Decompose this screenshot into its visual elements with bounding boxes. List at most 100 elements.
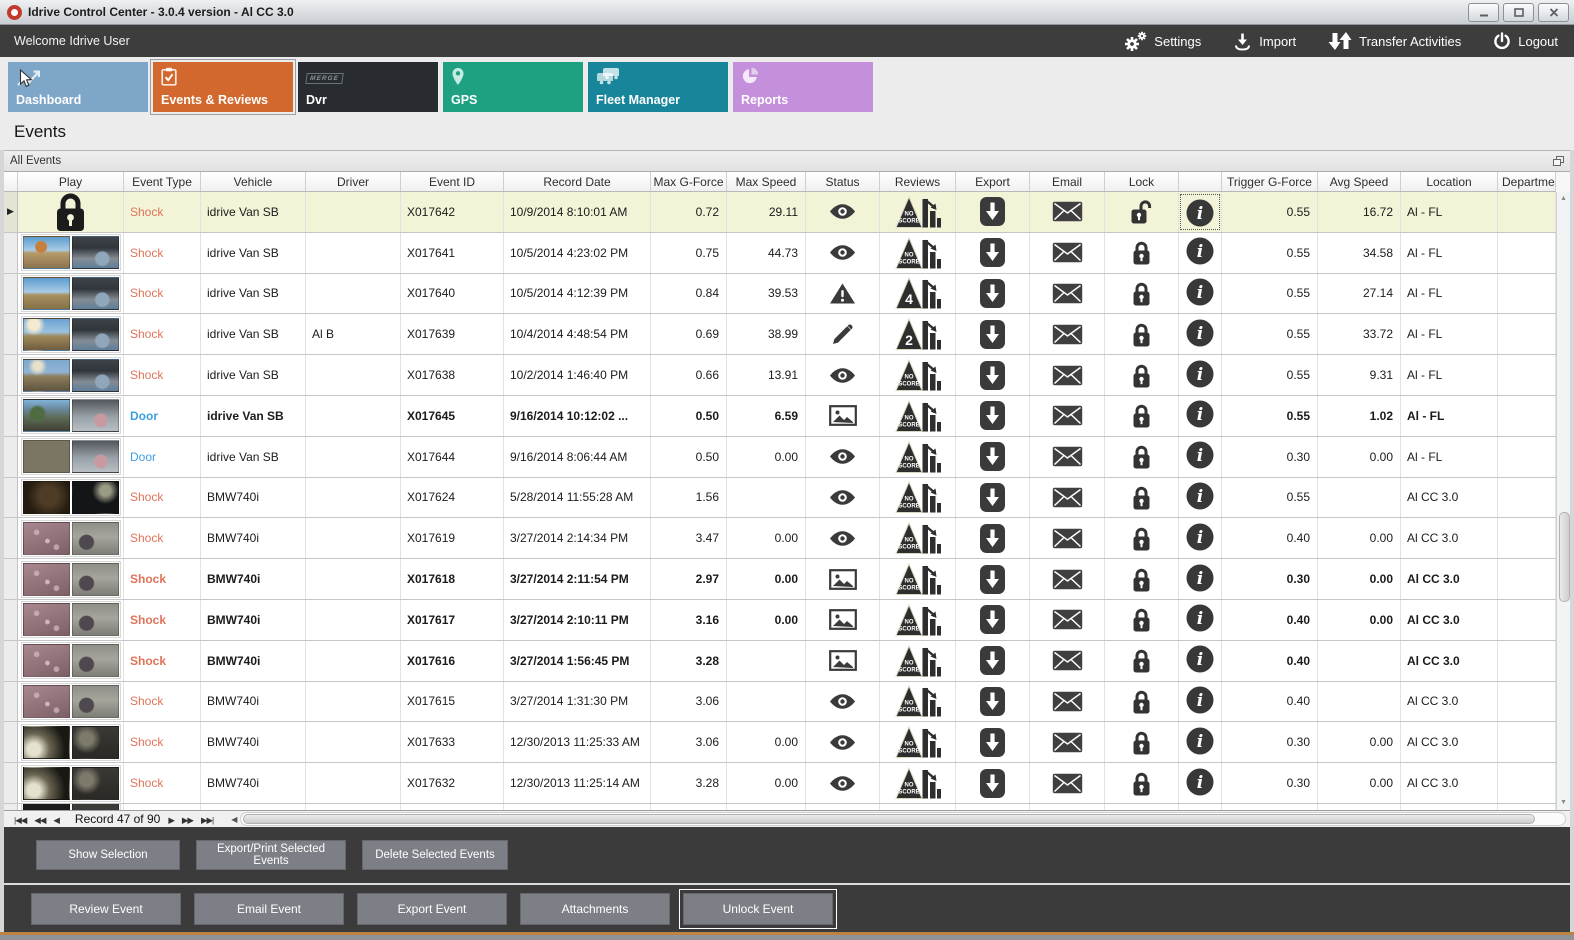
tab-fleet-manager[interactable]: Fleet Manager bbox=[588, 62, 728, 112]
table-row[interactable]: Door idrive Van SB X017644 9/16/2014 8:06:4… bbox=[4, 436, 1556, 478]
export-icon[interactable] bbox=[979, 237, 1006, 268]
unlock-event-button[interactable]: Unlock Event bbox=[679, 888, 837, 929]
event-thumbnail[interactable] bbox=[20, 560, 121, 598]
lock-icon[interactable] bbox=[1130, 443, 1153, 470]
column-header-max_g[interactable]: Max G-Force bbox=[651, 172, 727, 191]
scroll-left-icon[interactable]: ◀ bbox=[231, 815, 237, 824]
email-icon[interactable] bbox=[1052, 528, 1083, 549]
toolbar-logout-button[interactable]: Logout bbox=[1493, 31, 1558, 51]
export-icon[interactable] bbox=[979, 768, 1006, 799]
export-event-button[interactable]: Export Event bbox=[357, 892, 507, 925]
vertical-scrollbar-thumb[interactable] bbox=[1558, 512, 1570, 602]
column-header-max_speed[interactable]: Max Speed bbox=[727, 172, 806, 191]
event-thumbnail[interactable] bbox=[20, 723, 121, 761]
email-icon[interactable] bbox=[1052, 691, 1083, 712]
event-thumbnail[interactable] bbox=[20, 764, 121, 802]
email-icon[interactable] bbox=[1052, 365, 1083, 386]
table-row[interactable]: ▶ Shock idrive Van SB X017642 10/9/2014 8:10… bbox=[4, 192, 1556, 233]
table-row[interactable]: Shock idrive Van SB X017640 10/5/2014 4:12:… bbox=[4, 273, 1556, 315]
email-icon[interactable] bbox=[1052, 609, 1083, 630]
nav-last-button[interactable]: ▶▶| bbox=[201, 815, 214, 825]
event-info-button[interactable]: i bbox=[1185, 522, 1215, 555]
toolbar-settings-button[interactable]: Settings bbox=[1123, 31, 1201, 52]
review-score-icon[interactable]: NO SCORE bbox=[894, 439, 941, 475]
table-row[interactable]: Door idrive Van SB X017645 9/16/2014 10:12:… bbox=[4, 395, 1556, 437]
event-thumbnail[interactable] bbox=[20, 601, 121, 639]
column-header-department[interactable]: Department bbox=[1498, 172, 1556, 191]
email-icon[interactable] bbox=[1052, 732, 1083, 753]
event-info-button[interactable]: i bbox=[1185, 685, 1215, 718]
event-thumbnail[interactable] bbox=[20, 803, 121, 810]
table-row[interactable]: Shock BMW740i X017633 12/30/2013 11:25:33 A… bbox=[4, 722, 1556, 764]
column-header-lock[interactable]: Lock bbox=[1105, 172, 1179, 191]
export-icon[interactable] bbox=[979, 645, 1006, 676]
export-icon[interactable] bbox=[979, 400, 1006, 431]
event-thumbnail[interactable] bbox=[20, 234, 121, 272]
nav-prev-page-button[interactable]: ◀◀ bbox=[34, 815, 46, 825]
email-icon[interactable] bbox=[1052, 324, 1083, 345]
event-thumbnail[interactable] bbox=[20, 519, 121, 557]
email-icon[interactable] bbox=[1052, 242, 1083, 263]
lock-icon[interactable] bbox=[1130, 321, 1153, 348]
show-selection-button[interactable]: Show Selection bbox=[36, 840, 180, 870]
table-row[interactable] bbox=[4, 803, 1556, 810]
event-info-button[interactable]: i bbox=[1185, 767, 1215, 800]
nav-first-button[interactable]: |◀◀ bbox=[14, 815, 27, 825]
table-row[interactable]: Shock BMW740i X017617 3/27/2014 2:10:11 PM 3… bbox=[4, 599, 1556, 641]
attachments-button[interactable]: Attachments bbox=[520, 892, 670, 925]
event-info-button[interactable]: i bbox=[1185, 726, 1215, 759]
event-thumbnail[interactable] bbox=[20, 356, 121, 394]
event-info-button[interactable]: i bbox=[1185, 399, 1215, 432]
email-event-button[interactable]: Email Event bbox=[194, 892, 344, 925]
column-header-record_date[interactable]: Record Date bbox=[504, 172, 651, 191]
column-header-event_id[interactable]: Event ID bbox=[401, 172, 504, 191]
event-info-button[interactable]: i bbox=[1185, 563, 1215, 596]
review-score-icon[interactable]: NO SCORE bbox=[894, 520, 941, 556]
nav-next-page-button[interactable]: ▶▶ bbox=[182, 815, 194, 825]
export-icon[interactable] bbox=[979, 727, 1006, 758]
horizontal-scrollbar-track[interactable] bbox=[240, 812, 1566, 826]
event-info-button[interactable]: i bbox=[1185, 277, 1215, 310]
event-thumbnail[interactable] bbox=[20, 682, 121, 720]
tab-dvr[interactable]: MERGE Dvr bbox=[298, 62, 438, 112]
email-icon[interactable] bbox=[1052, 446, 1083, 467]
lock-icon[interactable] bbox=[1130, 606, 1153, 633]
table-row[interactable]: Shock BMW740i X017616 3/27/2014 1:56:45 PM 3… bbox=[4, 640, 1556, 682]
column-header-avg_speed[interactable]: Avg Speed bbox=[1318, 172, 1401, 191]
column-header-driver[interactable]: Driver bbox=[306, 172, 401, 191]
tab-reports[interactable]: Reports bbox=[733, 62, 873, 112]
event-info-button[interactable]: i bbox=[1185, 481, 1215, 514]
export-icon[interactable] bbox=[979, 564, 1006, 595]
nav-next-button[interactable]: ▶ bbox=[168, 815, 174, 825]
scroll-down-icon[interactable]: ▼ bbox=[1557, 796, 1570, 810]
lock-icon[interactable] bbox=[1130, 729, 1153, 756]
export-icon[interactable] bbox=[979, 278, 1006, 309]
review-score-icon[interactable]: NO SCORE bbox=[894, 479, 941, 515]
lock-icon[interactable] bbox=[1130, 402, 1153, 429]
toolbar-transfer-activities-button[interactable]: Transfer Activities bbox=[1328, 31, 1461, 51]
column-header-location[interactable]: Location bbox=[1401, 172, 1498, 191]
email-icon[interactable] bbox=[1052, 405, 1083, 426]
horizontal-scrollbar[interactable]: ◀ bbox=[231, 812, 1566, 826]
nav-prev-button[interactable]: ◀ bbox=[53, 815, 59, 825]
event-info-button[interactable]: i bbox=[1185, 318, 1215, 351]
table-row[interactable]: Shock BMW740i X017624 5/28/2014 11:55:28 AM… bbox=[4, 477, 1556, 519]
export-icon[interactable] bbox=[979, 523, 1006, 554]
column-header-trigger_g[interactable]: Trigger G-Force bbox=[1222, 172, 1318, 191]
toolbar-import-button[interactable]: Import bbox=[1233, 32, 1296, 51]
lock-icon[interactable] bbox=[1130, 647, 1153, 674]
export-icon[interactable] bbox=[979, 360, 1006, 391]
column-header-play[interactable]: Play bbox=[18, 172, 124, 191]
review-score-icon[interactable]: NO SCORE bbox=[894, 643, 941, 679]
review-score-icon[interactable]: NO SCORE bbox=[894, 561, 941, 597]
event-thumbnail[interactable] bbox=[20, 397, 121, 435]
review-score-icon[interactable]: NO SCORE bbox=[894, 724, 941, 760]
event-info-button[interactable]: i bbox=[1185, 603, 1215, 636]
export-icon[interactable] bbox=[979, 441, 1006, 472]
review-score-icon[interactable]: NO SCORE bbox=[894, 235, 941, 271]
email-icon[interactable] bbox=[1052, 650, 1083, 671]
vertical-scrollbar[interactable]: ▲ ▼ bbox=[1556, 192, 1570, 810]
column-header-vehicle[interactable]: Vehicle bbox=[201, 172, 306, 191]
lock-icon[interactable] bbox=[1130, 484, 1153, 511]
export-icon[interactable] bbox=[979, 482, 1006, 513]
